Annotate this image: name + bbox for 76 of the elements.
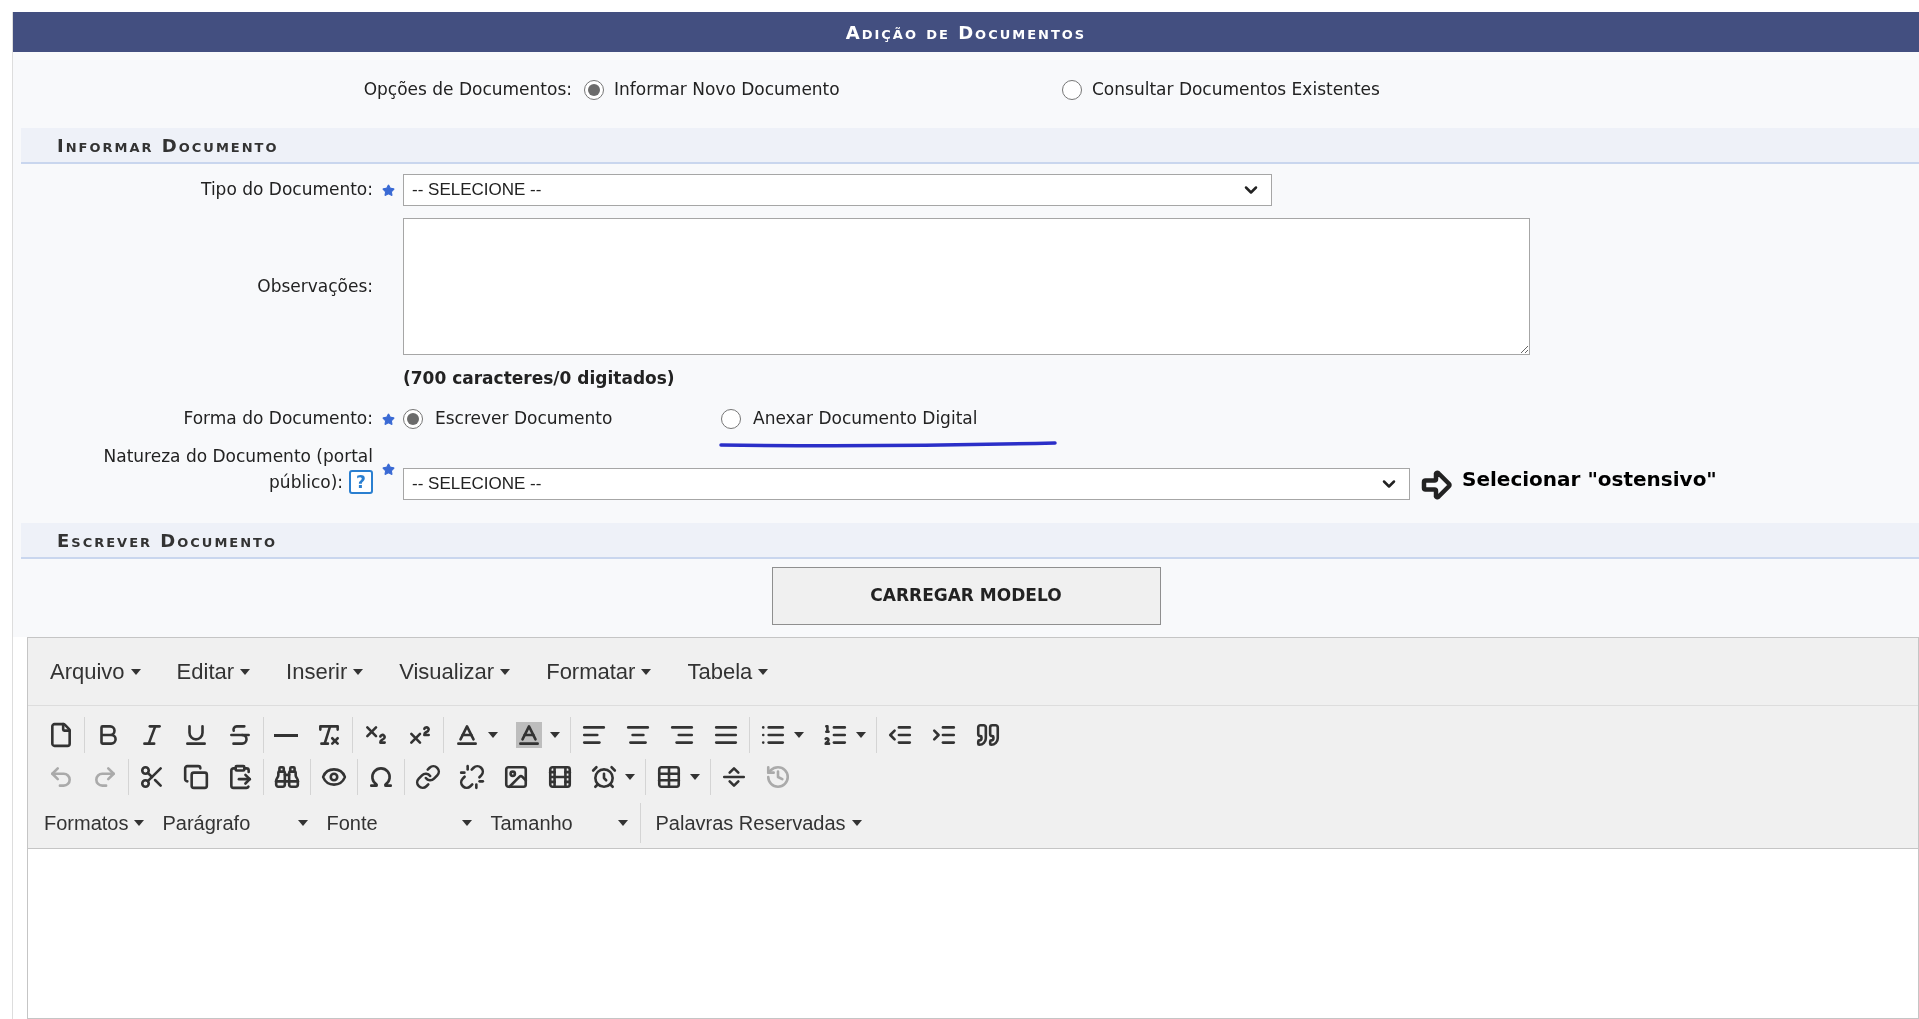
menu-item[interactable]: Inserir	[274, 651, 376, 692]
caret-icon	[625, 774, 635, 780]
annotation-note: Selecionar "ostensivo"	[1462, 466, 1717, 493]
field-label: Forma do Documento:	[182, 407, 373, 431]
caret-icon	[618, 820, 629, 826]
field-label: público):	[269, 471, 343, 494]
alarm-clock-icon	[591, 764, 617, 790]
caret-icon	[130, 668, 141, 675]
radio-label: Informar Novo Documento	[614, 78, 840, 102]
caret-icon	[134, 820, 145, 826]
caret-icon	[488, 732, 498, 738]
section-header: Escrever Documento	[21, 523, 1919, 559]
caret-icon	[240, 668, 251, 675]
section-header: Informar Documento	[21, 128, 1919, 164]
menu-item[interactable]: Tabela	[675, 651, 781, 692]
image-icon	[503, 764, 529, 790]
page-break-icon	[721, 764, 747, 790]
numbered-list-icon	[822, 722, 848, 748]
field-label: Observações:	[256, 274, 373, 298]
paste-icon	[227, 764, 253, 790]
unlink-icon	[459, 764, 485, 790]
radio-button[interactable]	[1062, 80, 1082, 100]
format-dropdown[interactable]: Tamanho	[484, 803, 635, 843]
field-label: Tipo do Documento:	[200, 178, 373, 202]
format-dropdown[interactable]: Parágrafo	[156, 803, 315, 843]
caret-icon	[462, 820, 473, 826]
caret-icon	[298, 820, 309, 826]
table-icon	[656, 764, 682, 790]
omega-icon	[368, 764, 394, 790]
page-title-bar: Adição de Documentos	[13, 12, 1919, 52]
highlight-color-icon	[516, 722, 542, 748]
film-icon	[547, 764, 573, 790]
help-icon[interactable]: ?	[349, 470, 373, 494]
menu-item[interactable]: Formatar	[534, 651, 664, 692]
menu-item[interactable]: Formatos	[38, 803, 151, 843]
caret-icon	[794, 732, 804, 738]
link-icon	[415, 764, 441, 790]
radio-label: Consultar Documentos Existentes	[1092, 78, 1380, 102]
clear-formatting-icon	[316, 722, 342, 748]
history-icon	[765, 764, 791, 790]
dropdown-select[interactable]: -- SELECIONE --	[403, 174, 1272, 206]
observations-field[interactable]	[403, 218, 1530, 355]
character-counter: (700 caracteres/0 digitados)	[403, 367, 675, 391]
binoculars-icon	[274, 764, 300, 790]
caret-icon	[500, 668, 511, 675]
strikethrough-icon	[227, 722, 253, 748]
horizontal-line-icon	[274, 733, 298, 737]
caret-icon	[758, 668, 769, 675]
menu-item[interactable]: Visualizar	[387, 651, 523, 692]
radio-button[interactable]	[403, 409, 423, 429]
caret-icon	[641, 668, 652, 675]
format-dropdown[interactable]: Fonte	[320, 803, 479, 843]
radio-label: Anexar Documento Digital	[753, 407, 978, 431]
document-icon	[48, 722, 74, 748]
underline-icon	[183, 722, 209, 748]
menu-item[interactable]: Editar	[164, 651, 263, 692]
radio-button[interactable]	[584, 80, 604, 100]
text-color-icon	[454, 722, 480, 748]
redo-icon	[92, 764, 118, 790]
menu-item[interactable]: Arquivo	[38, 651, 153, 692]
caret-icon	[851, 820, 862, 826]
undo-icon	[48, 764, 74, 790]
quote-icon	[975, 722, 1001, 748]
scissors-icon	[139, 764, 165, 790]
copy-icon	[183, 764, 209, 790]
caret-icon	[690, 774, 700, 780]
field-label: Opções de Documentos:	[362, 78, 573, 102]
load-template-button[interactable]: CARREGAR MODELO	[771, 567, 1161, 625]
caret-icon	[353, 668, 364, 675]
radio-label: Escrever Documento	[435, 407, 613, 431]
dropdown-select[interactable]: -- SELECIONE --	[403, 468, 1410, 500]
menu-item[interactable]: Palavras Reservadas	[640, 803, 868, 843]
caret-icon	[856, 732, 866, 738]
radio-button[interactable]	[721, 409, 741, 429]
caret-icon	[550, 732, 560, 738]
field-label: Natureza do Documento (portal	[103, 445, 373, 468]
